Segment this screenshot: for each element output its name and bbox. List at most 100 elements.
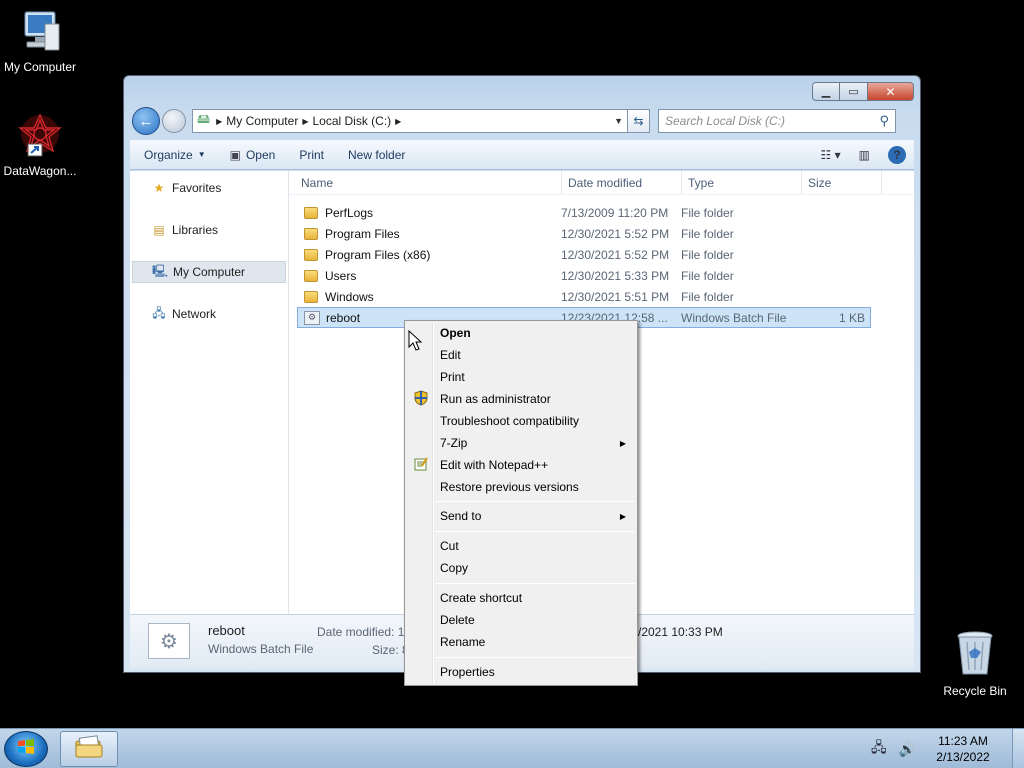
file-type: File folder [681, 289, 734, 304]
file-row-windows[interactable]: Windows 12/30/2021 5:51 PM File folder [297, 286, 871, 307]
mouse-cursor-icon [408, 329, 423, 355]
menu-item-send-to[interactable]: Send to ▶ [407, 505, 635, 527]
libraries-icon: ▤ [153, 223, 165, 237]
column-header-date[interactable]: Date modified [562, 171, 682, 194]
view-options-icon[interactable]: ☷ ▾ [821, 148, 841, 162]
menu-item-copy[interactable]: Copy [407, 557, 635, 579]
show-desktop-button[interactable] [1012, 729, 1024, 768]
refresh-icon: ⇆ [633, 114, 644, 128]
network-status-icon[interactable]: 🖧 [871, 737, 887, 761]
desktop-icon-datawagon[interactable]: DataWagon... [0, 112, 80, 178]
nav-item-label: Favorites [172, 181, 222, 195]
menu-item-7zip[interactable]: 7-Zip ▶ [407, 432, 635, 454]
nav-item-network[interactable]: 🖧 Network [132, 303, 286, 325]
menu-item-label: Print [440, 370, 465, 384]
new-folder-button[interactable]: New folder [336, 148, 417, 162]
file-type: File folder [681, 205, 734, 220]
start-button[interactable] [4, 731, 48, 767]
forward-button[interactable] [162, 109, 186, 133]
nav-item-libraries[interactable]: ▤ Libraries [132, 219, 286, 241]
submenu-arrow-icon: ▶ [619, 511, 626, 521]
file-row-program-files[interactable]: Program Files 12/30/2021 5:52 PM File fo… [297, 223, 871, 244]
nav-item-label: Libraries [172, 223, 219, 237]
file-size: 1 KB [838, 310, 865, 325]
back-button[interactable]: ← [132, 107, 160, 135]
menu-item-edit[interactable]: Edit [407, 344, 635, 366]
desktop-icon-my-computer[interactable]: My Computer [0, 10, 80, 74]
nav-item-favorites[interactable]: ★ Favorites [132, 177, 286, 199]
menu-separator [435, 531, 635, 532]
column-header-type[interactable]: Type [682, 171, 802, 194]
breadcrumb-local-disk[interactable]: Local Disk (C:) [312, 114, 391, 128]
menu-item-label: Restore previous versions [440, 480, 579, 494]
organize-button[interactable]: Organize ▼ [130, 148, 218, 162]
desktop-icon-label: DataWagon... [3, 164, 77, 178]
open-button[interactable]: ▣ Open [218, 148, 288, 162]
address-bar[interactable]: 🖴 ▶ My Computer ▶ Local Disk (C:) ▶ ▼ [192, 109, 628, 133]
arrow-left-icon: ← [138, 112, 154, 130]
menu-item-create-shortcut[interactable]: Create shortcut [407, 587, 635, 609]
details-file-name: reboot [208, 623, 245, 638]
chevron-down-icon[interactable]: ▼ [614, 116, 623, 126]
file-row-program-files-x86[interactable]: Program Files (x86) 12/30/2021 5:52 PM F… [297, 244, 871, 265]
folder-icon [304, 290, 318, 303]
file-row-perflogs[interactable]: PerfLogs 7/13/2009 11:20 PM File folder [297, 202, 871, 223]
help-icon[interactable]: ? [888, 145, 906, 164]
column-headers: Name Date modified Type Size [289, 171, 914, 195]
desktop-icon-label: My Computer [3, 60, 77, 74]
clock[interactable]: 11:23 AM 2/13/2022 [928, 733, 998, 765]
menu-item-label: Delete [440, 613, 475, 627]
menu-item-restore-versions[interactable]: Restore previous versions [407, 476, 635, 498]
menu-item-label: Properties [440, 665, 495, 679]
open-label: Open [245, 147, 276, 162]
menu-item-delete[interactable]: Delete [407, 609, 635, 631]
close-button[interactable]: ✕ [868, 82, 914, 101]
taskbar: 🖧 🔊 11:23 AM 2/13/2022 [0, 728, 1024, 768]
menu-item-open[interactable]: Open [407, 322, 635, 344]
system-tray: 🖧 🔊 11:23 AM 2/13/2022 [871, 729, 1024, 768]
nav-item-label: Network [172, 307, 217, 321]
file-row-users[interactable]: Users 12/30/2021 5:33 PM File folder [297, 265, 871, 286]
menu-item-troubleshoot[interactable]: Troubleshoot compatibility [407, 410, 635, 432]
file-type: File folder [681, 226, 734, 241]
taskbar-explorer-button[interactable] [60, 731, 118, 767]
menu-item-properties[interactable]: Properties [407, 661, 635, 683]
menu-separator [435, 583, 635, 584]
folder-icon [304, 248, 318, 261]
chevron-right-icon: ▶ [302, 116, 309, 126]
desktop-icon-recycle-bin[interactable]: Recycle Bin [935, 630, 1015, 698]
details-date-value: /2021 10:33 PM [638, 625, 723, 639]
menu-item-cut[interactable]: Cut [407, 535, 635, 557]
file-type: File folder [681, 247, 734, 262]
maximize-button[interactable]: ▭ [840, 82, 868, 101]
batch-file-icon: ⚙ [148, 623, 190, 659]
file-name: Program Files [325, 226, 400, 241]
file-name: Users [325, 268, 357, 283]
menu-item-run-as-admin[interactable]: Run as administrator [407, 388, 635, 410]
star-icon: ★ [153, 181, 165, 195]
menu-item-rename[interactable]: Rename [407, 631, 635, 653]
navigation-pane: ★ Favorites ▤ Libraries 🖳 My Computer 🖧 … [130, 171, 289, 614]
file-date: 12/30/2021 5:51 PM [561, 289, 670, 304]
nav-item-my-computer[interactable]: 🖳 My Computer [132, 261, 286, 283]
folder-icon [304, 227, 318, 240]
uac-shield-icon [413, 389, 429, 409]
column-header-name[interactable]: Name [289, 171, 562, 194]
open-app-icon: ▣ [229, 147, 241, 162]
breadcrumb-my-computer[interactable]: My Computer [226, 114, 298, 128]
chevron-right-icon: ▶ [395, 116, 402, 126]
folder-icon [304, 206, 318, 219]
navigation-bar: ← 🖴 ▶ My Computer ▶ Local Disk (C:) ▶ ▼ … [132, 106, 912, 136]
search-placeholder: Search Local Disk (C:) [665, 114, 786, 128]
menu-item-label: Create shortcut [440, 591, 523, 605]
search-input[interactable]: Search Local Disk (C:) ⚲ [658, 109, 896, 133]
column-header-size[interactable]: Size [802, 171, 882, 194]
preview-pane-icon[interactable]: ▥ [859, 148, 870, 162]
print-button[interactable]: Print [287, 148, 336, 162]
menu-separator [435, 657, 635, 658]
refresh-button[interactable]: ⇆ [628, 109, 650, 133]
minimize-button[interactable]: ▁ [812, 82, 840, 101]
menu-item-edit-notepadpp[interactable]: Edit with Notepad++ [407, 454, 635, 476]
menu-item-print[interactable]: Print [407, 366, 635, 388]
volume-icon[interactable]: 🔊 [899, 741, 916, 758]
